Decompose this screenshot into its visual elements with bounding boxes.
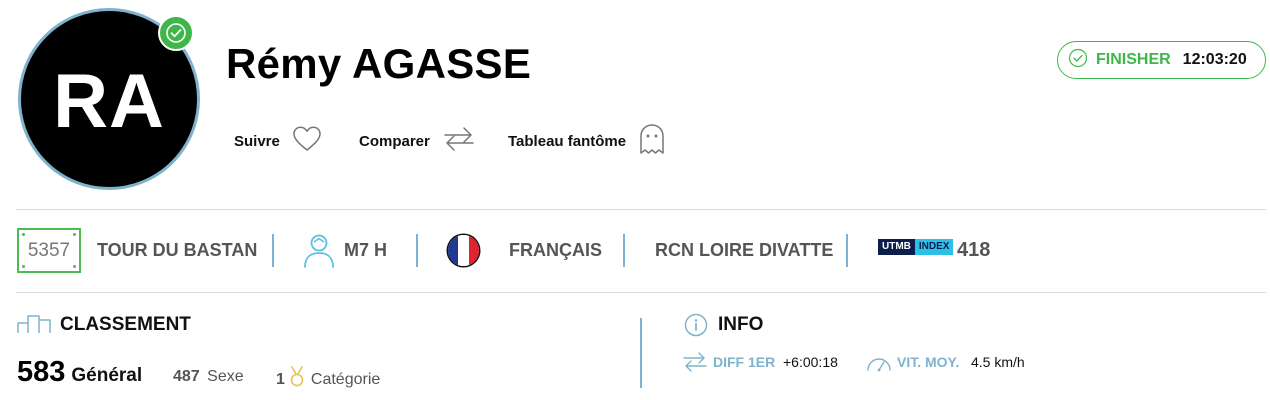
info-title: INFO [718, 314, 764, 335]
separator [416, 234, 418, 267]
verified-check-icon [158, 15, 194, 51]
avg-speed-label: VIT. MOY. [897, 354, 960, 370]
category-rank-label: Catégorie [310, 370, 381, 388]
utmb-index-logo: UTMB INDEX [878, 239, 954, 255]
speedometer-icon [866, 353, 892, 378]
general-rank-value: 583 [17, 356, 66, 388]
ranking-title: CLASSEMENT [60, 314, 191, 335]
divider [16, 209, 1266, 210]
follow-button[interactable]: Suivre [234, 122, 322, 160]
finisher-badge: FINISHER 12:03:20 [1057, 41, 1266, 79]
separator [623, 234, 625, 267]
diff-first-value: +6:00:18 [783, 354, 838, 370]
separator [272, 234, 274, 267]
divider [16, 292, 1266, 293]
sex-rank-label: Sexe [207, 368, 244, 385]
finisher-check-icon [1068, 48, 1088, 73]
club-name: RCN LOIRE DIVATTE [655, 240, 834, 260]
general-rank-label: Général [71, 365, 143, 386]
utmb-index-value: 418 [957, 239, 991, 261]
avatar-initials: RA [53, 58, 165, 144]
race-name[interactable]: TOUR DU BASTAN [97, 240, 257, 261]
category-rank-value: 1 [276, 370, 285, 388]
bib-number: 5357 [27, 239, 71, 261]
runner-category-icon [302, 233, 336, 274]
bib-number-badge: 5357 [17, 228, 81, 273]
section-separator [640, 318, 642, 388]
index-logo-text: INDEX [914, 239, 954, 255]
runner-name: Rémy AGASSE [226, 40, 532, 87]
medal-icon [289, 366, 305, 393]
info-icon [684, 313, 708, 342]
nationality: FRANÇAIS [509, 240, 602, 260]
follow-label: Suivre [234, 132, 280, 150]
avg-speed-value: 4.5 km/h [971, 354, 1025, 370]
ranking-category: 1 Catégorie [276, 366, 380, 393]
ghost-icon [638, 123, 666, 159]
compare-label: Comparer [359, 132, 430, 150]
finisher-label: FINISHER [1096, 51, 1171, 68]
podium-icon [17, 314, 51, 339]
separator [846, 234, 848, 267]
diff-first-label: DIFF 1ER [713, 354, 776, 370]
diff-arrows-icon [682, 351, 708, 378]
ghost-table-button[interactable]: Tableau fantôme [508, 122, 666, 160]
sex-rank-value: 487 [173, 368, 200, 385]
compare-arrows-icon [442, 125, 476, 157]
ranking-sex: 487 Sexe [173, 368, 244, 386]
ranking-general: 583 Général [17, 356, 142, 389]
finish-time: 12:03:20 [1182, 51, 1247, 68]
compare-button[interactable]: Comparer [359, 122, 476, 160]
france-flag-icon [448, 235, 479, 266]
utmb-logo-text: UTMB [878, 239, 915, 255]
ghost-table-label: Tableau fantôme [508, 132, 627, 150]
heart-icon [292, 125, 322, 157]
runner-category: M7 H [344, 240, 388, 260]
